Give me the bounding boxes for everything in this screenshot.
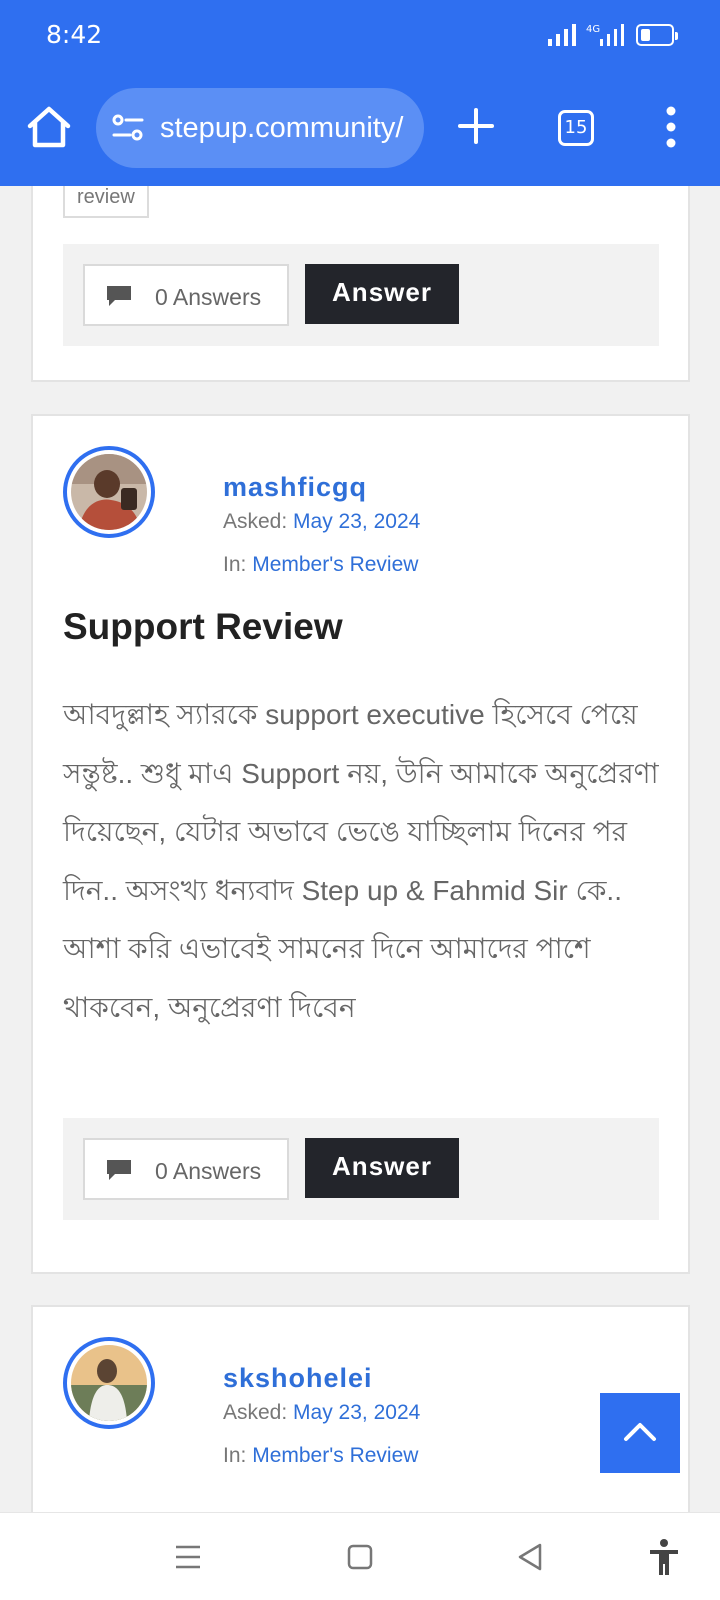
question-actions: 0 Answers Answer bbox=[63, 1118, 659, 1220]
plus-icon[interactable] bbox=[456, 106, 496, 146]
site-settings-icon[interactable] bbox=[112, 114, 144, 142]
url-text: stepup.community/ bbox=[160, 112, 404, 144]
question-actions: 0 Answers Answer bbox=[63, 244, 659, 346]
home-square-icon[interactable] bbox=[340, 1537, 380, 1577]
category-link[interactable]: Member's Review bbox=[252, 1444, 418, 1467]
browser-chrome: 8:42 4G stepup.community/ 15 bbox=[0, 0, 720, 186]
status-time: 8:42 bbox=[46, 20, 103, 49]
battery-icon bbox=[636, 24, 678, 46]
avatar[interactable] bbox=[63, 1337, 155, 1429]
asked-date-link[interactable]: May 23, 2024 bbox=[293, 1401, 420, 1424]
question-title[interactable]: Support Review bbox=[63, 606, 343, 648]
more-vert-icon[interactable] bbox=[656, 104, 686, 150]
asked-label: Asked: bbox=[223, 1401, 288, 1424]
asked-date-link[interactable]: May 23, 2024 bbox=[293, 510, 420, 533]
author-name[interactable]: skshohelei bbox=[223, 1363, 373, 1394]
author-name[interactable]: mashficgq bbox=[223, 472, 367, 503]
home-icon[interactable] bbox=[24, 102, 74, 152]
tabs-icon[interactable]: 15 bbox=[558, 110, 594, 146]
answers-count[interactable]: 0 Answers bbox=[83, 1138, 289, 1200]
category-link[interactable]: Member's Review bbox=[252, 553, 418, 576]
answers-count-label: 0 Answers bbox=[155, 284, 262, 310]
scroll-to-top-button[interactable] bbox=[600, 1393, 680, 1473]
answer-button[interactable]: Answer bbox=[305, 264, 459, 324]
svg-text:4G: 4G bbox=[586, 24, 600, 35]
in-label: In: bbox=[223, 1444, 247, 1467]
question-card: mashficgq Asked: May 23, 2024 In: Member… bbox=[31, 414, 690, 1274]
comment-icon bbox=[107, 1160, 131, 1180]
mobile-data-icon: 4G bbox=[586, 24, 624, 46]
answers-count[interactable]: 0 Answers bbox=[83, 264, 289, 326]
comment-icon bbox=[107, 286, 131, 306]
browser-toolbar: stepup.community/ 15 bbox=[0, 80, 720, 176]
category-row: In: Member's Review bbox=[223, 1444, 418, 1468]
asked-label: Asked: bbox=[223, 510, 288, 533]
question-body: আবদুল্লাহ স্যারকে support executive হিসে… bbox=[63, 699, 659, 1023]
avatar-photo bbox=[71, 1345, 147, 1421]
answers-count-label: 0 Answers bbox=[155, 1158, 262, 1184]
category-row: In: Member's Review bbox=[223, 553, 418, 577]
chevron-up-icon bbox=[624, 1423, 656, 1441]
asked-date-row: Asked: May 23, 2024 bbox=[223, 510, 420, 534]
back-icon[interactable] bbox=[510, 1537, 550, 1577]
status-bar: 8:42 4G bbox=[0, 0, 720, 70]
avatar[interactable] bbox=[63, 446, 155, 538]
in-label: In: bbox=[223, 553, 247, 576]
address-bar[interactable]: stepup.community/ bbox=[96, 88, 424, 168]
avatar-photo bbox=[71, 454, 147, 530]
answer-button[interactable]: Answer bbox=[305, 1138, 459, 1198]
signal-icon bbox=[548, 24, 576, 46]
asked-date-row: Asked: May 23, 2024 bbox=[223, 1401, 420, 1425]
system-nav-bar bbox=[0, 1512, 720, 1600]
accessibility-icon[interactable] bbox=[644, 1537, 684, 1577]
recents-icon[interactable] bbox=[168, 1537, 208, 1577]
